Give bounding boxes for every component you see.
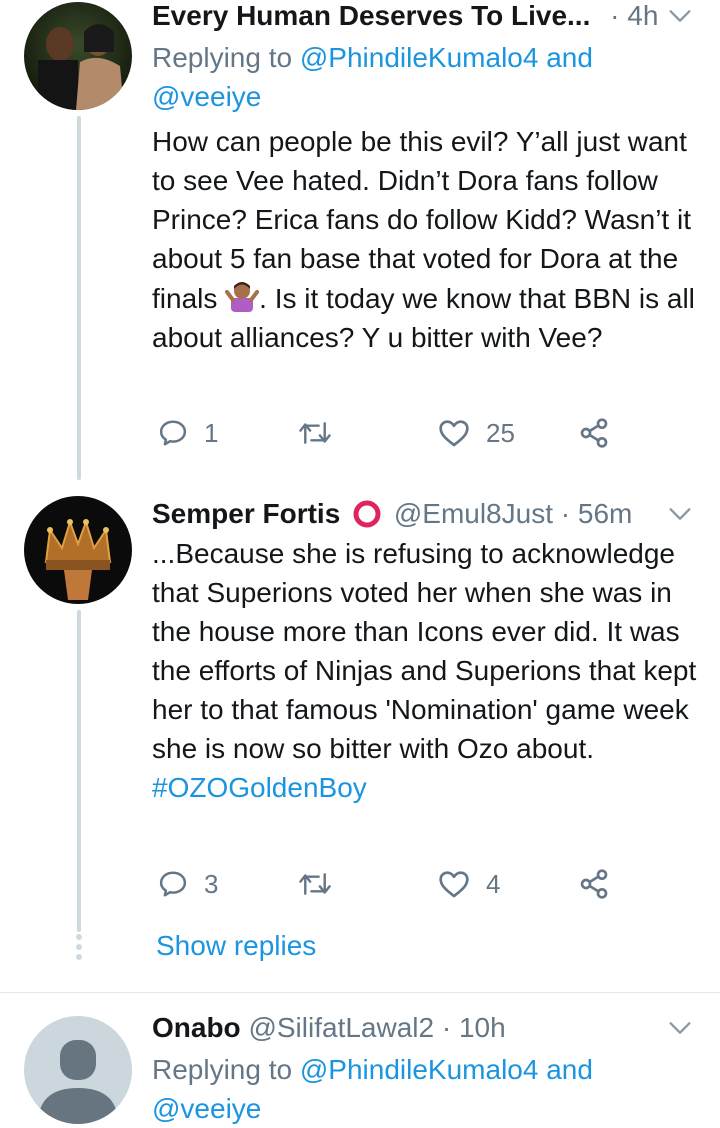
replying-to-label: Replying to	[152, 42, 293, 73]
separator-dot: ·	[560, 498, 571, 529]
reply-button[interactable]: 3	[158, 864, 218, 904]
retweet-button[interactable]	[298, 413, 348, 453]
separator-dot: ·	[441, 1012, 452, 1043]
chevron-down-icon[interactable]	[666, 500, 694, 528]
mention-link[interactable]: @veeiye	[152, 1093, 261, 1124]
reply-count: 1	[204, 417, 219, 448]
display-name[interactable]: Onabo	[152, 1012, 241, 1043]
thread-connector-line	[77, 610, 81, 932]
replying-to: Replying to @PhindileKumalo4 and @veeiye	[152, 1050, 690, 1128]
avatar-semper-fortis[interactable]	[24, 496, 132, 604]
replying-to-label: Replying to	[152, 1054, 293, 1085]
reply-button[interactable]: 1	[158, 413, 218, 453]
tweet-header: Onabo @SilifatLawal2 · 10h	[152, 1006, 700, 1050]
retweet-button[interactable]	[298, 864, 348, 904]
hashtag-link[interactable]: #OZOGoldenBoy	[152, 772, 367, 803]
tweet-header: Every Human Deserves To Live... · 4h	[152, 0, 700, 38]
reply-icon	[159, 871, 187, 897]
share-icon	[580, 869, 608, 899]
share-button[interactable]	[578, 864, 610, 904]
mention-and[interactable]: and	[546, 42, 593, 73]
show-replies-link[interactable]: Show replies	[156, 926, 316, 966]
chevron-down-icon[interactable]	[666, 1014, 694, 1042]
timestamp[interactable]: 56m	[578, 498, 632, 529]
share-icon	[580, 418, 608, 448]
avatar-every-human[interactable]	[24, 2, 132, 110]
share-button[interactable]	[578, 413, 610, 453]
mention-and[interactable]: and	[546, 1054, 593, 1085]
display-name[interactable]: Every Human Deserves To Live...	[152, 0, 590, 31]
timestamp[interactable]: 10h	[459, 1012, 506, 1043]
thread-connector-line	[77, 116, 81, 480]
mention-link[interactable]: @PhindileKumalo4	[300, 42, 539, 73]
avatar-photo	[24, 496, 132, 604]
default-profile-icon	[24, 1016, 132, 1124]
timestamp[interactable]: 4h	[627, 0, 658, 31]
chevron-down-icon[interactable]	[666, 2, 694, 30]
avatar-photo	[24, 2, 132, 110]
tweet-header: Semper Fortis @Emul8Just · 56m	[152, 492, 700, 536]
reply-count: 3	[204, 868, 219, 899]
red-circle-emoji	[353, 500, 381, 528]
user-handle[interactable]: @SilifatLawal2	[248, 1012, 434, 1043]
like-count: 25	[486, 417, 515, 448]
shrugging-woman-emoji	[225, 282, 260, 312]
tweet-text-part: ...Because she is refusing to acknowledg…	[152, 538, 697, 764]
tweet-divider	[0, 992, 720, 993]
display-name[interactable]: Semper Fortis	[152, 498, 340, 529]
like-button[interactable]: 25	[438, 413, 515, 453]
mention-link[interactable]: @PhindileKumalo4	[300, 1054, 539, 1085]
like-icon	[439, 871, 469, 898]
tweet-text: ...Because she is refusing to acknowledg…	[152, 534, 697, 807]
like-count: 4	[486, 868, 501, 899]
avatar-default[interactable]	[24, 1016, 132, 1124]
thread-more-dots	[75, 934, 83, 964]
reply-icon	[159, 420, 187, 446]
like-button[interactable]: 4	[438, 864, 500, 904]
separator-dot: ·	[610, 0, 620, 31]
mention-link[interactable]: @veeiye	[152, 81, 261, 112]
user-handle[interactable]: @Emul8Just	[394, 498, 553, 529]
retweet-icon	[299, 422, 331, 444]
like-icon	[439, 420, 469, 447]
retweet-icon	[299, 873, 331, 895]
replying-to: Replying to @PhindileKumalo4 and @veeiye	[152, 38, 690, 116]
tweet-text: How can people be this evil? Y’all just …	[152, 122, 697, 357]
